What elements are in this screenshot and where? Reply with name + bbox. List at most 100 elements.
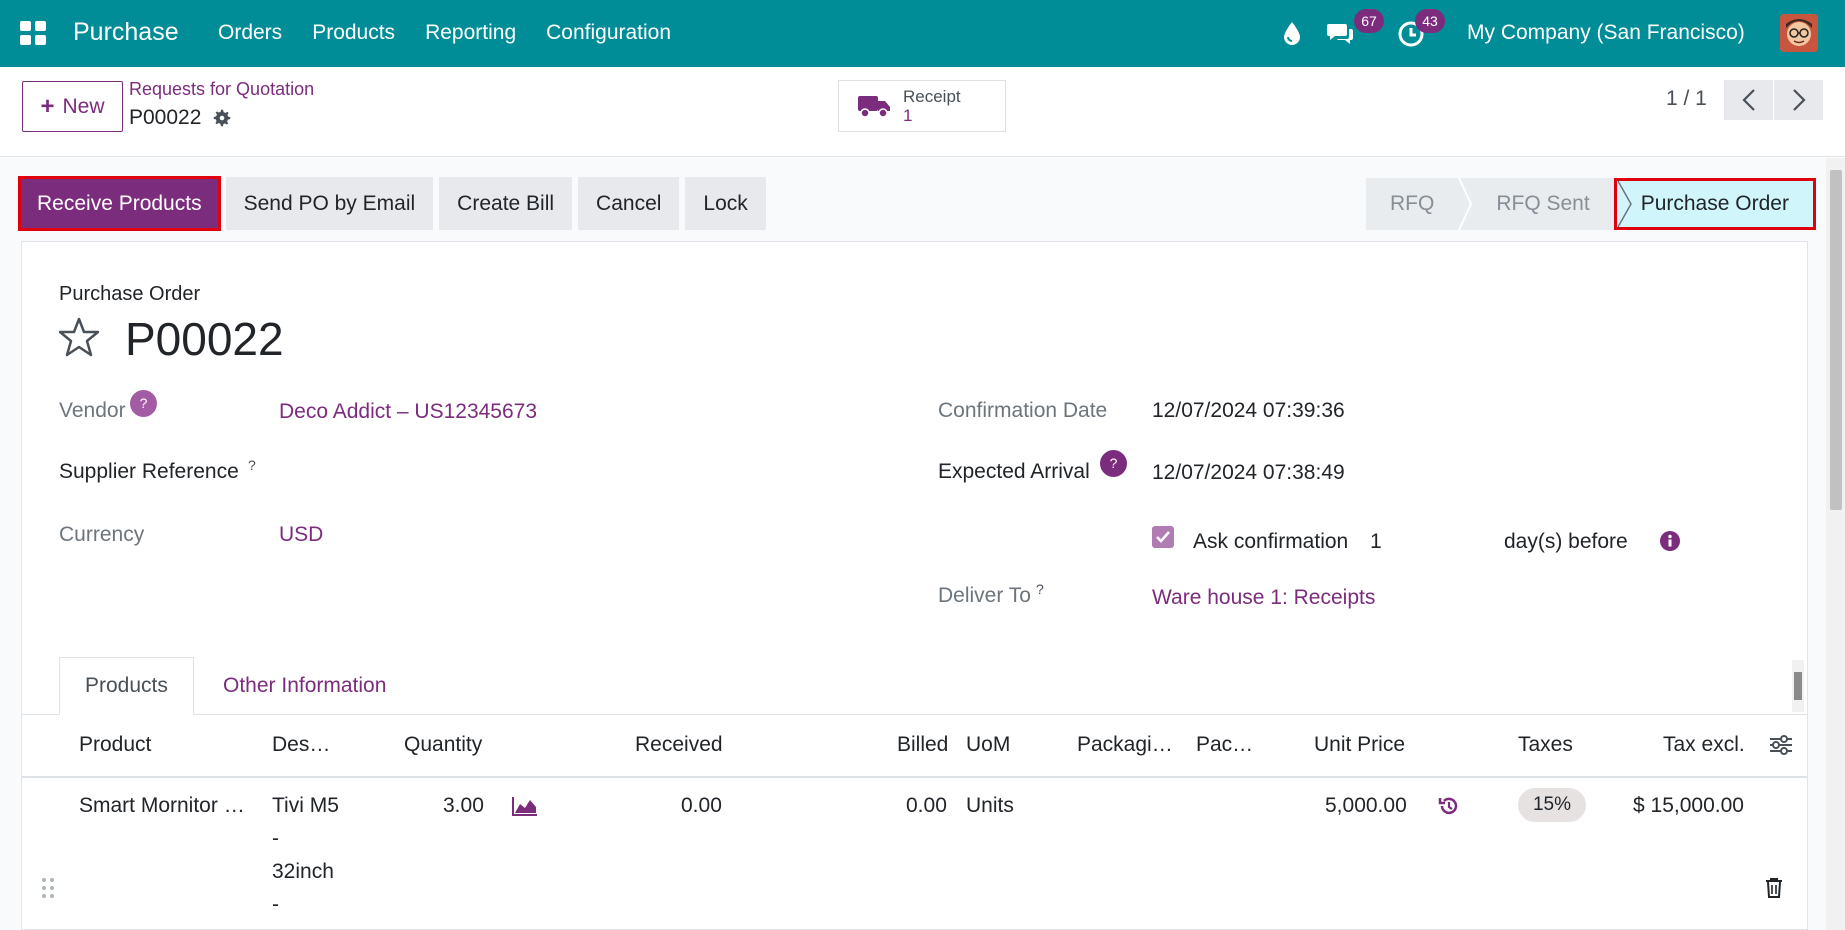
gear-icon[interactable] — [211, 107, 233, 129]
ask-confirmation-label: Ask confirmation — [1193, 530, 1349, 553]
column-packaging[interactable]: Pac… — [1196, 733, 1253, 757]
cell-received[interactable]: 0.00 — [681, 794, 722, 818]
company-switcher[interactable]: My Company (San Francisco) — [1467, 21, 1745, 45]
tax-badge[interactable]: 15% — [1518, 788, 1586, 822]
vendor-help-icon[interactable]: ? — [130, 390, 157, 417]
vendor-field[interactable]: Deco Addict – US12345673 — [279, 400, 537, 424]
column-product[interactable]: Product — [79, 733, 151, 757]
app-brand[interactable]: Purchase — [73, 18, 179, 47]
menu-configuration[interactable]: Configuration — [546, 21, 671, 45]
droplet-icon[interactable] — [1282, 21, 1302, 45]
top-navbar: Purchase Orders Products Reporting Confi… — [0, 0, 1845, 67]
truck-icon — [858, 96, 890, 118]
ask-confirmation-checkbox[interactable] — [1152, 526, 1174, 548]
cell-billed[interactable]: 0.00 — [906, 794, 947, 818]
cell-description-line-1[interactable]: Tivi M5 — [272, 794, 339, 818]
breadcrumb-current: P00022 — [129, 106, 233, 130]
confirmation-date-label: Confirmation Date — [938, 399, 1108, 422]
column-unit-price[interactable]: Unit Price — [1314, 733, 1405, 757]
cell-description-line-4[interactable]: - — [272, 893, 279, 917]
cell-subtotal: $ 15,000.00 — [1633, 794, 1744, 817]
form-sheet — [21, 241, 1808, 930]
pager-next-button[interactable] — [1774, 80, 1823, 120]
receive-products-button[interactable]: Receive Products — [18, 176, 221, 231]
column-taxes[interactable]: Taxes — [1518, 733, 1573, 757]
column-tax-excl[interactable]: Tax excl. — [1663, 733, 1745, 757]
currency-label: Currency — [59, 523, 145, 546]
optional-columns-icon[interactable] — [1769, 734, 1793, 756]
po-name: P00022 — [125, 313, 284, 365]
confirmation-date-field[interactable]: 12/07/2024 07:39:36 — [1152, 399, 1345, 423]
cell-description-line-3[interactable]: 32inch — [272, 860, 334, 884]
stage-rfq-sent[interactable]: RFQ Sent — [1472, 178, 1614, 230]
new-button[interactable]: + New — [22, 81, 123, 132]
checkmark-icon — [1156, 531, 1170, 543]
new-button-label: New — [62, 94, 105, 118]
send-po-email-button[interactable]: Send PO by Email — [225, 177, 434, 230]
supplier-reference-help-icon[interactable]: ? — [248, 457, 256, 473]
pager-value[interactable]: 1 / 1 — [1666, 87, 1707, 111]
messages-badge: 67 — [1354, 9, 1384, 33]
menu-orders[interactable]: Orders — [218, 21, 282, 45]
chevron-left-icon — [1741, 89, 1755, 111]
action-buttons: Receive Products Send PO by Email Create… — [18, 176, 766, 231]
stage-arrow-icon — [1617, 181, 1632, 227]
star-icon[interactable] — [58, 316, 100, 358]
vendor-label: Vendor — [59, 399, 126, 422]
price-history-icon[interactable] — [1437, 794, 1461, 818]
lock-button[interactable]: Lock — [685, 177, 766, 230]
tab-scrollbar[interactable] — [1792, 660, 1804, 712]
info-icon[interactable] — [1660, 531, 1680, 551]
cell-quantity[interactable]: 3.00 — [443, 794, 484, 818]
column-description[interactable]: Des… — [272, 733, 330, 757]
tab-products[interactable]: Products — [59, 657, 194, 715]
drag-handle-icon[interactable] — [40, 876, 56, 900]
messages-icon[interactable] — [1326, 20, 1356, 46]
stage-purchase-order[interactable]: Purchase Order — [1613, 178, 1816, 230]
user-avatar[interactable] — [1780, 14, 1818, 52]
apps-menu-icon[interactable] — [20, 21, 46, 45]
supplier-reference-label: Supplier Reference — [59, 460, 239, 483]
forecast-chart-icon[interactable] — [511, 795, 539, 817]
create-bill-button[interactable]: Create Bill — [439, 177, 573, 230]
page-scrollbar-thumb[interactable] — [1830, 170, 1842, 510]
deliver-to-label: Deliver To — [938, 584, 1031, 607]
column-received[interactable]: Received — [635, 733, 723, 757]
plus-icon: + — [40, 92, 55, 120]
table-header-divider — [22, 776, 1807, 778]
menu-reporting[interactable]: Reporting — [425, 21, 516, 45]
menu-products[interactable]: Products — [312, 21, 395, 45]
column-packaging-qty[interactable]: Packagi… — [1077, 733, 1173, 757]
stage-separator-icon — [1458, 178, 1473, 230]
main-menu: Orders Products Reporting Configuration — [218, 21, 671, 45]
cell-description-line-2[interactable]: - — [272, 827, 279, 851]
deliver-to-field[interactable]: Ware house 1: Receipts — [1152, 586, 1375, 610]
receipt-count: 1 — [903, 106, 913, 125]
form-type-label: Purchase Order — [59, 283, 201, 305]
stage-rfq[interactable]: RFQ — [1366, 178, 1459, 230]
expected-arrival-help-icon[interactable]: ? — [1100, 450, 1127, 477]
receipt-label: Receipt — [903, 87, 961, 106]
days-before-label: day(s) before — [1504, 530, 1628, 553]
current-record-name: P00022 — [129, 106, 202, 129]
expected-arrival-field[interactable]: 12/07/2024 07:38:49 — [1152, 461, 1345, 485]
control-panel: + New Requests for Quotation P00022 Recei… — [0, 67, 1845, 157]
column-uom[interactable]: UoM — [966, 733, 1010, 757]
activities-badge: 43 — [1415, 9, 1445, 33]
receipt-smart-button[interactable]: Receipt 1 — [838, 80, 1006, 132]
cell-uom[interactable]: Units — [966, 794, 1014, 818]
column-billed[interactable]: Billed — [897, 733, 948, 757]
stage-purchase-order-label: Purchase Order — [1640, 192, 1789, 215]
chevron-right-icon — [1792, 89, 1806, 111]
pager-previous-button[interactable] — [1724, 80, 1773, 120]
ask-confirmation-days-field[interactable]: 1 — [1370, 530, 1382, 554]
breadcrumb-link[interactable]: Requests for Quotation — [129, 79, 314, 100]
trash-icon[interactable] — [1765, 877, 1783, 899]
cell-unit-price[interactable]: 5,000.00 — [1325, 794, 1407, 818]
tab-other-information[interactable]: Other Information — [198, 657, 411, 715]
cancel-button[interactable]: Cancel — [578, 177, 680, 230]
column-quantity[interactable]: Quantity — [404, 733, 482, 757]
cell-product[interactable]: Smart Mornitor … — [79, 794, 245, 818]
deliver-to-help-icon[interactable]: ? — [1036, 581, 1044, 597]
currency-field[interactable]: USD — [279, 523, 323, 547]
